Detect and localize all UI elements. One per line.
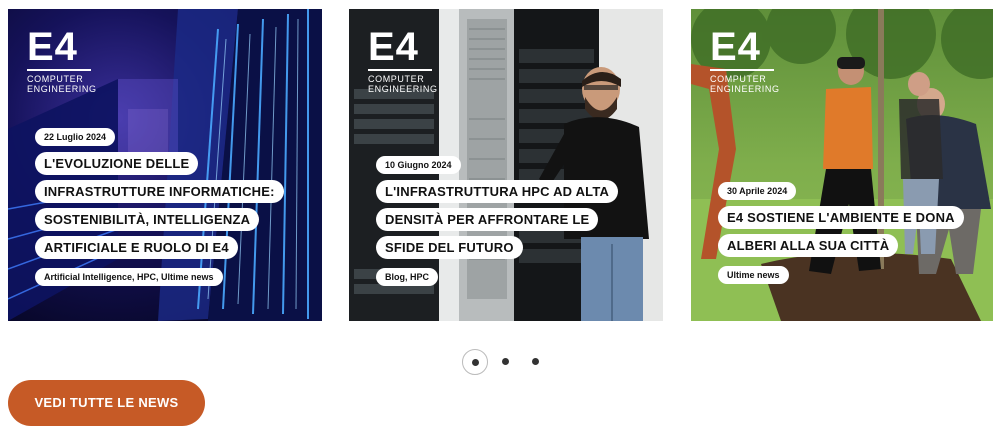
news-title-line[interactable]: SFIDE DEL FUTURO	[376, 236, 523, 259]
news-card-2-meta: 10 Giugno 2024 L'INFRASTRUTTURA HPC AD A…	[376, 155, 619, 286]
news-title-line[interactable]: L'INFRASTRUTTURA HPC AD ALTA	[376, 180, 619, 203]
carousel-dot-3[interactable]	[532, 358, 539, 365]
news-card-3-meta: 30 Aprile 2024 E4 SOSTIENE L'AMBIENTE E …	[718, 181, 964, 284]
logo-text-engineering: ENGINEERING	[710, 84, 780, 94]
news-title[interactable]: L'EVOLUZIONE DELLE INFRASTRUTTURE INFORM…	[35, 152, 284, 259]
news-tags[interactable]: Ultime news	[718, 266, 789, 284]
news-title-line[interactable]: E4 SOSTIENE L'AMBIENTE E DONA	[718, 206, 964, 229]
news-tags[interactable]: Artificial Intelligence, HPC, Ultime new…	[35, 268, 223, 286]
logo-divider	[710, 69, 774, 71]
logo-mark: E4	[27, 25, 78, 69]
e4-logo: E4 COMPUTER ENGINEERING	[368, 27, 438, 94]
news-card-2[interactable]: E4 COMPUTER ENGINEERING 10 Giugno 2024 L…	[349, 9, 663, 321]
logo-divider	[27, 69, 91, 71]
logo-text-engineering: ENGINEERING	[368, 84, 438, 94]
news-card-1-meta: 22 Luglio 2024 L'EVOLUZIONE DELLE INFRAS…	[35, 127, 284, 286]
news-title-line[interactable]: INFRASTRUTTURE INFORMATICHE:	[35, 180, 284, 203]
news-tags[interactable]: Blog, HPC	[376, 268, 438, 286]
news-date: 30 Aprile 2024	[718, 182, 797, 200]
carousel-pagination	[462, 349, 562, 375]
news-title[interactable]: L'INFRASTRUTTURA HPC AD ALTA DENSITÀ PER…	[376, 180, 619, 259]
news-title-line[interactable]: SOSTENIBILITÀ, INTELLIGENZA	[35, 208, 260, 231]
news-title-line[interactable]: ALBERI ALLA SUA CITTÀ	[718, 234, 899, 257]
news-title-line[interactable]: ARTIFICIALE E RUOLO DI E4	[35, 236, 238, 259]
e4-logo: E4 COMPUTER ENGINEERING	[27, 27, 97, 94]
news-card-1[interactable]: E4 COMPUTER ENGINEERING 22 Luglio 2024 L…	[8, 9, 322, 321]
logo-text-computer: COMPUTER	[368, 74, 425, 84]
logo-mark: E4	[710, 25, 761, 69]
news-title[interactable]: E4 SOSTIENE L'AMBIENTE E DONA ALBERI ALL…	[718, 206, 964, 257]
view-all-news-button[interactable]: VEDI TUTTE LE NEWS	[8, 380, 205, 426]
logo-divider	[368, 69, 432, 71]
logo-text-computer: COMPUTER	[27, 74, 84, 84]
logo-text-engineering: ENGINEERING	[27, 84, 97, 94]
logo-text-computer: COMPUTER	[710, 74, 767, 84]
logo-mark: E4	[368, 25, 419, 69]
news-title-line[interactable]: L'EVOLUZIONE DELLE	[35, 152, 199, 175]
e4-logo: E4 COMPUTER ENGINEERING	[710, 27, 780, 94]
carousel-dot-2[interactable]	[502, 358, 509, 365]
news-date: 22 Luglio 2024	[35, 128, 116, 146]
carousel-dot-1-active[interactable]	[462, 349, 488, 375]
news-date: 10 Giugno 2024	[376, 156, 461, 174]
news-title-line[interactable]: DENSITÀ PER AFFRONTARE LE	[376, 208, 599, 231]
news-card-3[interactable]: E4 COMPUTER ENGINEERING 30 Aprile 2024 E…	[691, 9, 993, 321]
